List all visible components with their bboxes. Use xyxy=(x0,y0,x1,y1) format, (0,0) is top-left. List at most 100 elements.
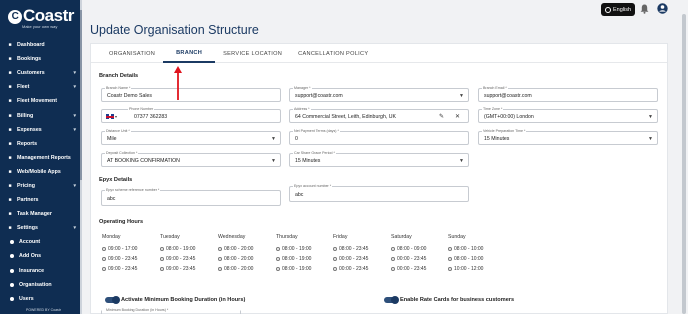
sidebar-item-customers[interactable]: ■ Customers ▾ xyxy=(0,66,82,80)
sidebar-item-settings[interactable]: ■ Settings ▾ xyxy=(0,221,82,235)
time-slot[interactable]: 08:00 - 19:00 xyxy=(276,264,334,274)
day-name: Monday xyxy=(102,234,121,240)
sidebar-scroll-thumb[interactable] xyxy=(80,10,82,180)
slot-radio-icon[interactable] xyxy=(448,247,452,251)
time-slot[interactable]: 10:00 - 12:00 xyxy=(448,264,506,274)
slot-radio-icon[interactable] xyxy=(218,247,222,251)
sidebar-subitem-account[interactable]: Account xyxy=(0,235,82,249)
tab-organisation[interactable]: ORGANISATION xyxy=(101,44,163,63)
slot-radio-icon[interactable] xyxy=(333,247,337,251)
time-slot[interactable]: 09:00 - 23:45 xyxy=(102,264,160,274)
user-account-icon[interactable] xyxy=(657,3,668,14)
slot-radio-icon[interactable] xyxy=(448,267,452,271)
time-slot[interactable]: 08:00 - 20:00 xyxy=(218,244,276,254)
epyx-account-number-field[interactable]: Epyx account number * abc xyxy=(289,184,469,202)
slot-radio-icon[interactable] xyxy=(333,267,337,271)
tab-branch[interactable]: BRANCH xyxy=(163,44,216,63)
slot-radio-icon[interactable] xyxy=(391,267,395,271)
slot-radio-icon[interactable] xyxy=(160,257,164,261)
manager-select[interactable]: Manager * support@coastr.com ▼ xyxy=(289,86,469,102)
bell-icon[interactable] xyxy=(640,4,649,14)
sidebar-item-web-mobile-apps[interactable]: ■ Web/Mobile Apps xyxy=(0,165,82,179)
tab-cancellation-policy[interactable]: CANCELLATION POLICY xyxy=(290,44,376,63)
time-slot[interactable]: 08:00 - 19:00 xyxy=(276,254,334,264)
car-share-grace-select[interactable]: Car Share Grace Period * 15 Minutes ▼ xyxy=(289,151,469,167)
logo[interactable]: C Coastr Make your own way xyxy=(0,0,82,38)
time-slot[interactable]: 09:00 - 17:00 xyxy=(102,244,160,254)
sidebar-subitem-users[interactable]: Users xyxy=(0,292,82,306)
time-slot[interactable]: 08:00 - 19:00 xyxy=(160,244,218,254)
globe-icon xyxy=(604,6,611,13)
slot-radio-icon[interactable] xyxy=(391,247,395,251)
epyx-scheme-ref-field[interactable]: Epyx scheme reference number * abc xyxy=(101,188,281,206)
sidebar-item-task-manager[interactable]: ■ Task Manager xyxy=(0,207,82,221)
address-field[interactable]: Address * 64 Commercial Street, Leith, E… xyxy=(289,107,469,123)
sidebar-subitem-add-ons[interactable]: Add Ons xyxy=(0,249,82,263)
language-button[interactable]: English xyxy=(601,3,635,16)
time-slot[interactable]: 08:00 - 23:45 xyxy=(333,244,391,254)
slot-radio-icon[interactable] xyxy=(102,247,106,251)
sidebar-item-billing[interactable]: ■ Billing ▾ xyxy=(0,108,82,122)
time-slot[interactable]: 08:00 - 09:00 xyxy=(391,244,449,254)
slot-radio-icon[interactable] xyxy=(333,257,337,261)
epyx-account-number-label: Epyx account number * xyxy=(293,184,333,188)
sidebar-subitem-insurance[interactable]: Insurance xyxy=(0,264,82,278)
branch-name-field[interactable]: Branch Name * Coastr Demo Sales xyxy=(101,86,281,102)
slot-radio-icon[interactable] xyxy=(160,267,164,271)
sidebar-item-bookings[interactable]: ■ Bookings xyxy=(0,52,82,66)
close-icon[interactable]: ✕ xyxy=(455,113,460,120)
time-slot[interactable]: 09:00 - 23:45 xyxy=(160,264,218,274)
time-slot[interactable]: 09:00 - 23:45 xyxy=(102,254,160,264)
deposit-collection-select[interactable]: Deposit Collection * AT BOOKING CONFIRMA… xyxy=(101,151,281,167)
slot-radio-icon[interactable] xyxy=(218,257,222,261)
fleet-icon: ■ xyxy=(8,84,12,91)
sidebar-item-dashboard[interactable]: ■ Dashboard xyxy=(0,38,82,52)
sidebar-item-reports[interactable]: ■ Reports xyxy=(0,137,82,151)
min-booking-duration-label: Minimum Booking Duration (in Hours) * xyxy=(105,308,170,312)
car-share-grace-label: Car Share Grace Period * xyxy=(293,151,336,155)
time-slot[interactable]: 00:00 - 23:45 xyxy=(333,254,391,264)
slot-radio-icon[interactable] xyxy=(102,257,106,261)
sidebar-subitem-organisation[interactable]: Organisation xyxy=(0,278,82,292)
branch-email-field[interactable]: Branch Email * support@coastr.com xyxy=(478,86,658,102)
uk-flag-icon[interactable] xyxy=(106,114,114,119)
slot-radio-icon[interactable] xyxy=(102,267,106,271)
sidebar-item-fleet-movement[interactable]: ■ Fleet Movement xyxy=(0,94,82,108)
time-slot[interactable]: 00:00 - 23:45 xyxy=(333,264,391,274)
time-slot[interactable]: 08:00 - 20:00 xyxy=(218,254,276,264)
phone-number-field[interactable]: ▾ Phone Number 07377 362283 xyxy=(101,107,281,123)
net-payment-terms-field[interactable]: Net Payment Terms (days) * 0 xyxy=(289,129,469,145)
distance-unit-select[interactable]: Distance Unit * Mile ▼ xyxy=(101,129,281,145)
country-dropdown-icon[interactable]: ▾ xyxy=(115,114,117,119)
customers-icon: ■ xyxy=(8,70,12,77)
rate-cards-toggle[interactable] xyxy=(384,296,399,304)
sidebar-item-management-reports[interactable]: ■ Management Reports xyxy=(0,151,82,165)
sidebar-item-label: Bookings xyxy=(17,56,42,63)
time-slot[interactable]: 08:00 - 10:00 xyxy=(448,244,506,254)
slot-radio-icon[interactable] xyxy=(276,247,280,251)
time-slot[interactable]: 09:00 - 23:45 xyxy=(160,254,218,264)
min-booking-duration-field[interactable]: Minimum Booking Duration (in Hours) * xyxy=(101,308,241,314)
time-zone-select[interactable]: Time Zone * (GMT+00:00) London ▼ xyxy=(478,107,658,123)
time-slot[interactable]: 00:00 - 23:45 xyxy=(391,264,449,274)
time-slot[interactable]: 08:00 - 19:00 xyxy=(276,244,334,254)
slot-radio-icon[interactable] xyxy=(276,267,280,271)
time-slot[interactable]: 08:00 - 10:00 xyxy=(448,254,506,264)
pencil-icon[interactable]: ✎ xyxy=(439,113,444,120)
slot-radio-icon[interactable] xyxy=(160,247,164,251)
slot-radio-icon[interactable] xyxy=(448,257,452,261)
slot-radio-icon[interactable] xyxy=(218,267,222,271)
page-scroll-thumb[interactable] xyxy=(682,14,686,314)
time-slot[interactable]: 08:00 - 20:00 xyxy=(218,264,276,274)
min-booking-toggle-label: Activate Minimum Booking Duration (in Ho… xyxy=(121,297,246,303)
sidebar-item-fleet[interactable]: ■ Fleet ▾ xyxy=(0,80,82,94)
vehicle-prep-time-select[interactable]: Vehicle Preparation Time * 15 Minutes ▼ xyxy=(478,129,658,145)
slot-radio-icon[interactable] xyxy=(276,257,280,261)
slot-radio-icon[interactable] xyxy=(391,257,395,261)
time-slot[interactable]: 00:00 - 23:45 xyxy=(391,254,449,264)
sidebar-item-expenses[interactable]: ■ Expenses ▾ xyxy=(0,123,82,137)
min-booking-toggle[interactable] xyxy=(105,296,120,304)
sidebar-item-pricing[interactable]: ■ Pricing ▾ xyxy=(0,179,82,193)
tab-service-location[interactable]: SERVICE LOCATION xyxy=(215,44,290,63)
sidebar-item-partners[interactable]: ■ Partners xyxy=(0,193,82,207)
